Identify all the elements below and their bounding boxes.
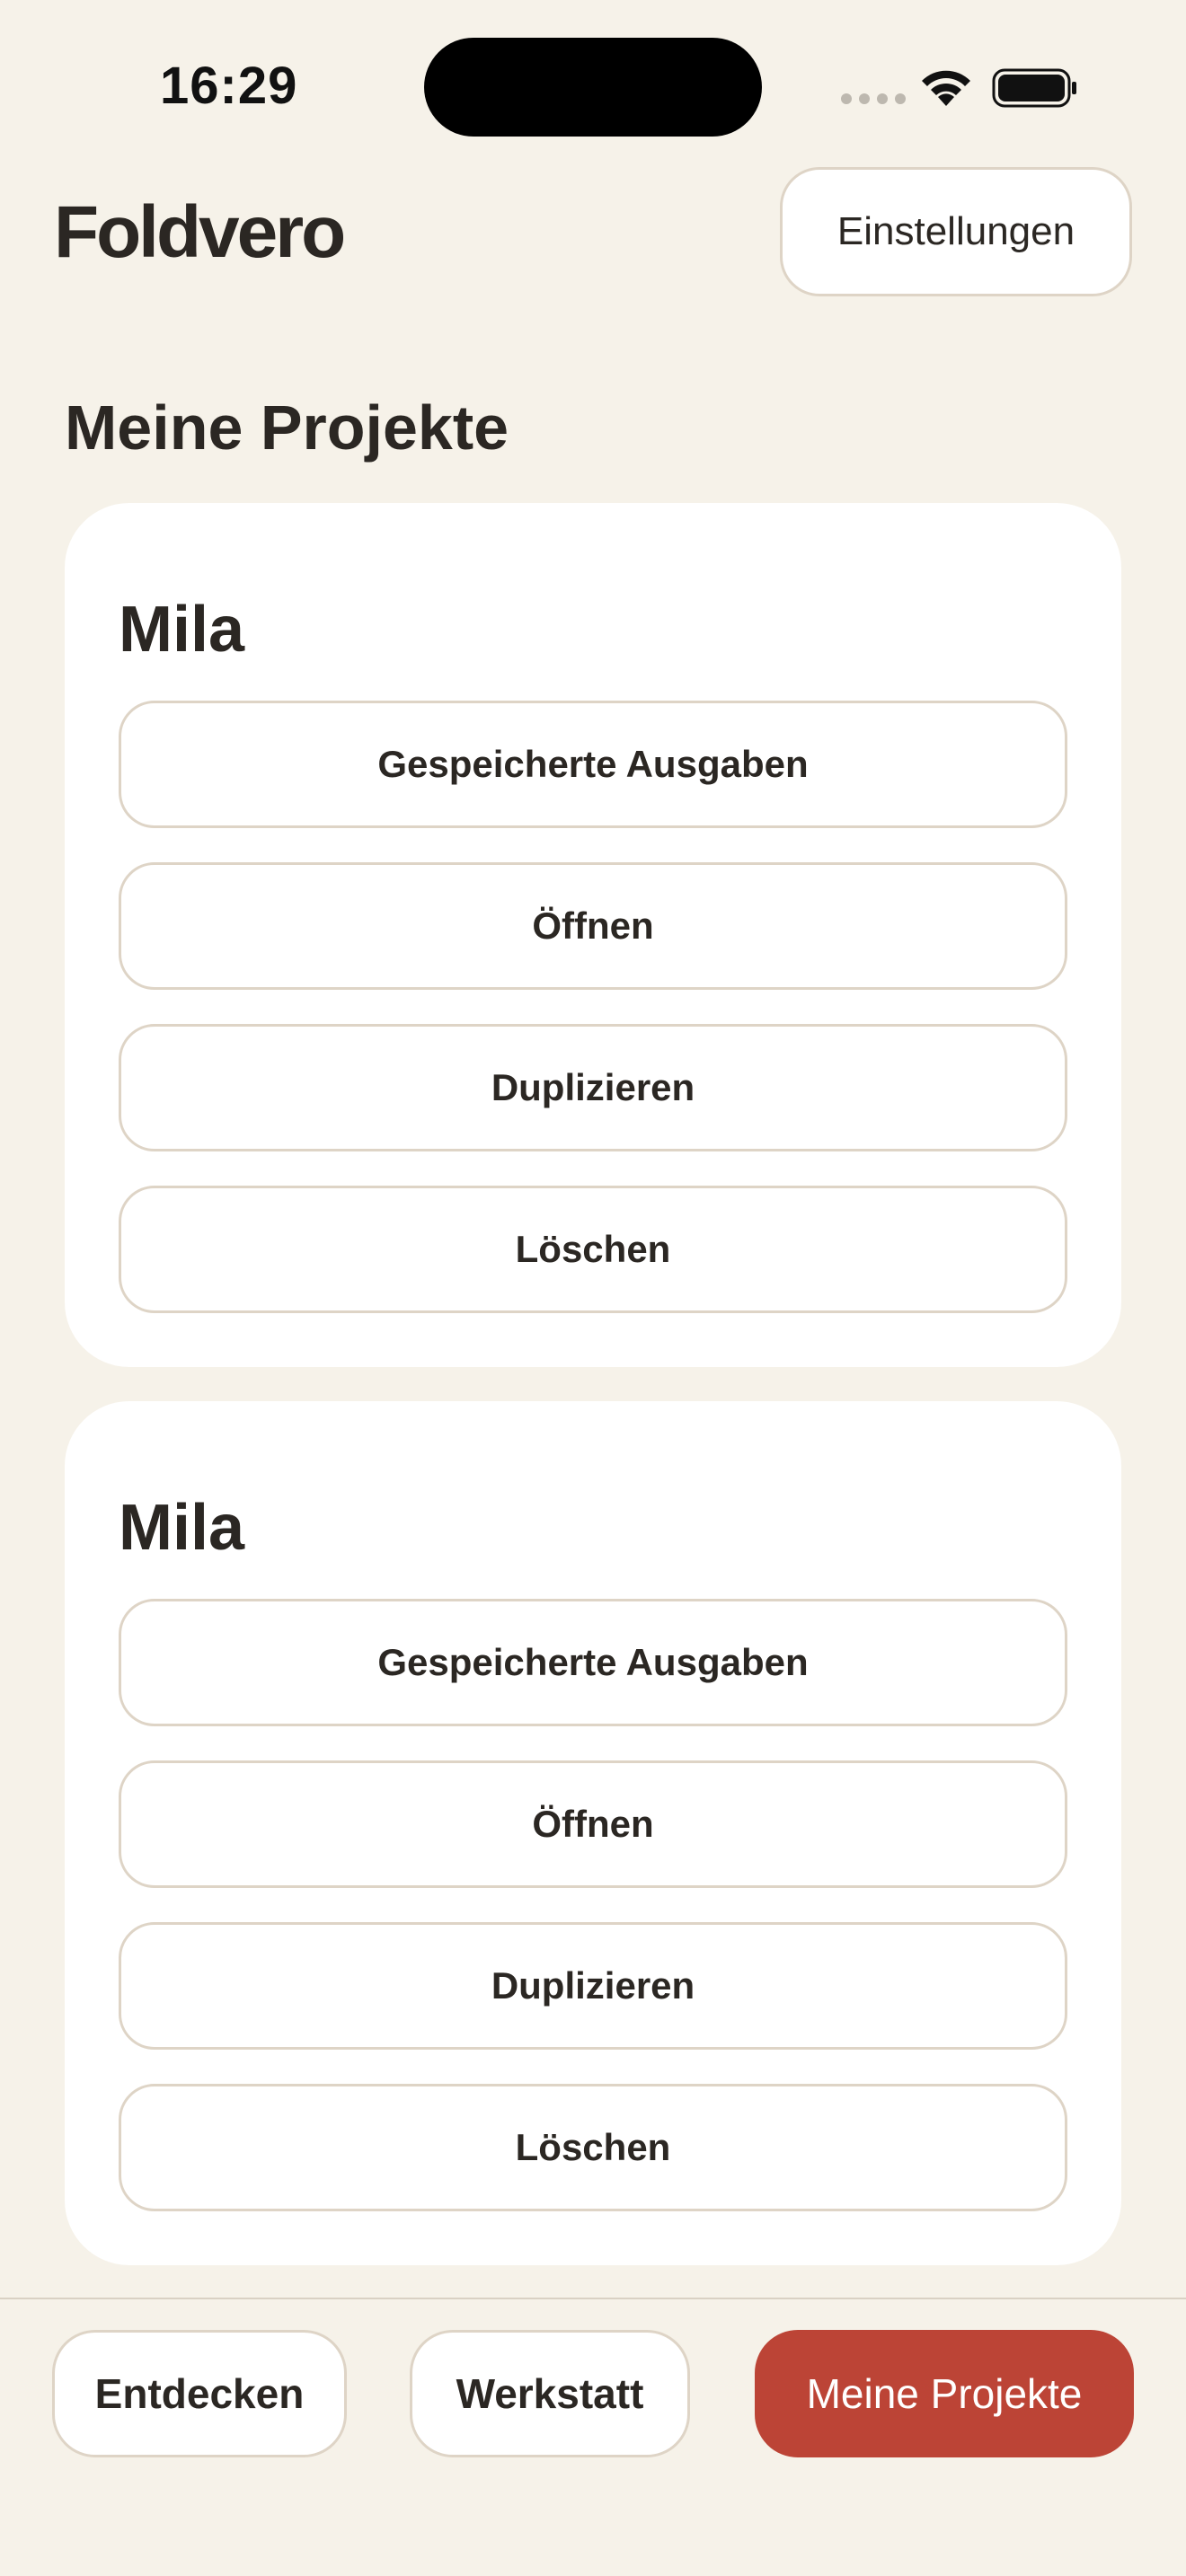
delete-button[interactable]: Löschen bbox=[119, 1186, 1067, 1313]
open-button[interactable]: Öffnen bbox=[119, 862, 1067, 990]
app-screen: 16:29 Foldvero Einstellungen Meine Proje… bbox=[0, 0, 1186, 2576]
settings-button[interactable]: Einstellungen bbox=[780, 167, 1132, 296]
tab-my-projects[interactable]: Meine Projekte bbox=[755, 2330, 1134, 2457]
duplicate-button[interactable]: Duplizieren bbox=[119, 1024, 1067, 1151]
tab-workshop[interactable]: Werkstatt bbox=[410, 2330, 690, 2457]
signal-icon bbox=[841, 93, 906, 104]
project-card: Mila Gespeicherte Ausgaben Öffnen Dupliz… bbox=[65, 503, 1121, 1367]
bottom-nav: Entdecken Werkstatt Meine Projekte bbox=[0, 2298, 1186, 2576]
wifi-icon bbox=[922, 70, 970, 106]
saved-outputs-button[interactable]: Gespeicherte Ausgaben bbox=[119, 701, 1067, 828]
project-card: Mila Gespeicherte Ausgaben Öffnen Dupliz… bbox=[65, 1401, 1121, 2265]
delete-button[interactable]: Löschen bbox=[119, 2084, 1067, 2211]
duplicate-button[interactable]: Duplizieren bbox=[119, 1922, 1067, 2050]
project-name: Mila bbox=[119, 594, 245, 666]
open-button[interactable]: Öffnen bbox=[119, 1760, 1067, 1888]
app-logo: Foldvero bbox=[54, 191, 346, 273]
tab-discover[interactable]: Entdecken bbox=[52, 2330, 347, 2457]
battery-icon bbox=[992, 68, 1076, 108]
status-bar: 16:29 bbox=[0, 0, 1186, 162]
page-title: Meine Projekte bbox=[65, 393, 509, 463]
dynamic-island bbox=[424, 38, 762, 137]
project-name: Mila bbox=[119, 1492, 245, 1564]
status-time: 16:29 bbox=[160, 57, 298, 115]
saved-outputs-button[interactable]: Gespeicherte Ausgaben bbox=[119, 1599, 1067, 1726]
